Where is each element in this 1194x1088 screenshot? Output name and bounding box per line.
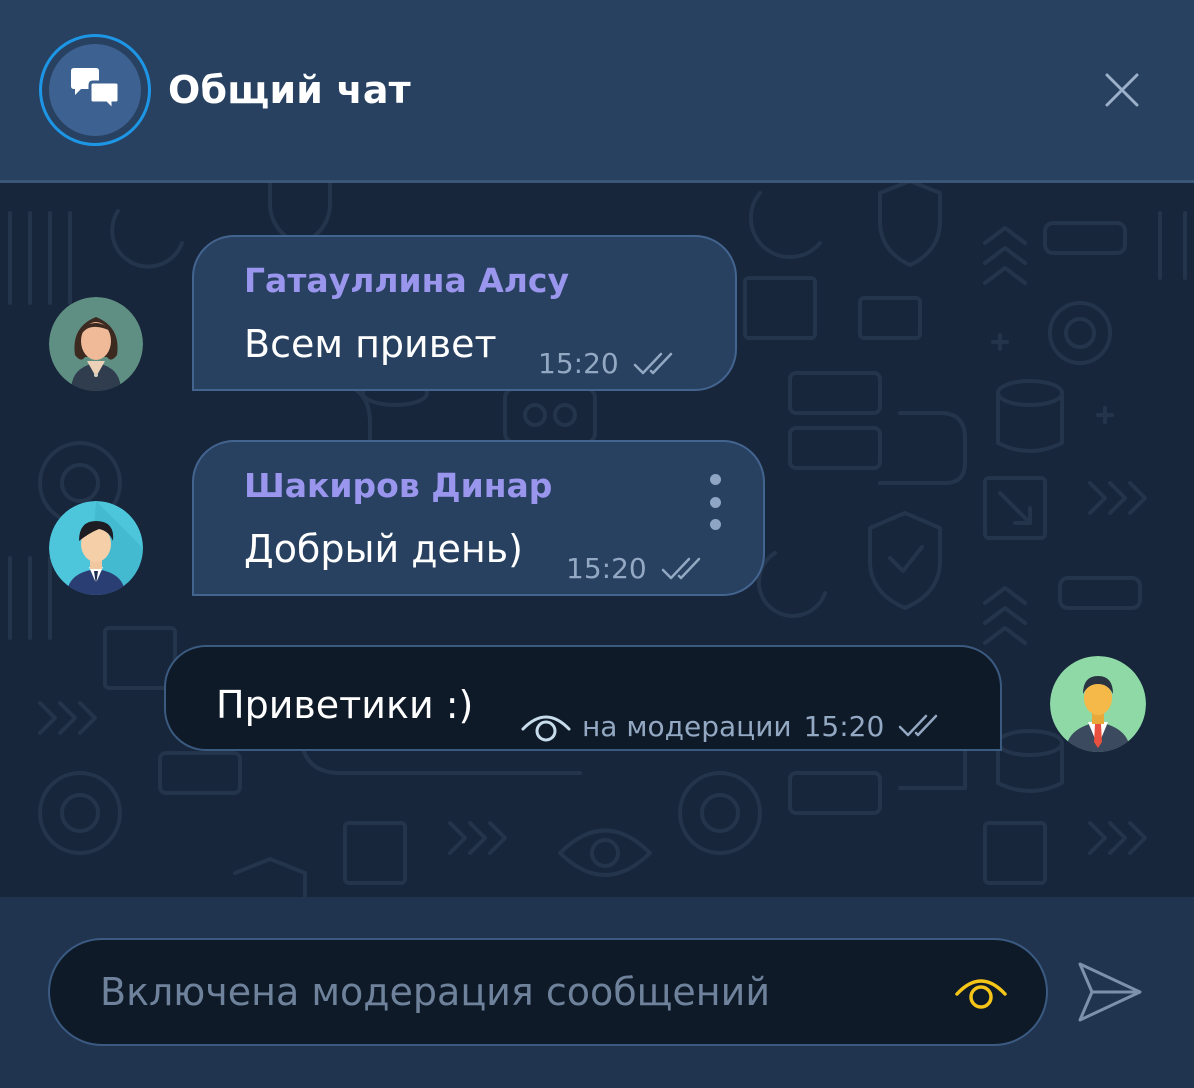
- avatar[interactable]: [1050, 656, 1146, 752]
- message-menu-button[interactable]: [700, 474, 730, 530]
- message-time: 15:20: [566, 552, 647, 585]
- close-button[interactable]: [1098, 66, 1146, 114]
- sender-name[interactable]: Шакиров Динар: [244, 466, 552, 505]
- message-text: Добрый день): [244, 527, 523, 571]
- message-time: 15:20: [803, 709, 885, 743]
- moderation-status: на модерации: [582, 709, 792, 743]
- message-text: Приветики :): [216, 683, 474, 727]
- composer: [0, 897, 1194, 1088]
- message-time: 15:20: [538, 347, 619, 380]
- own-message-bubble[interactable]: Приветики :) на модерации 15:20: [164, 645, 1002, 751]
- eye-icon: [521, 715, 571, 742]
- sender-name[interactable]: Гатауллина Алсу: [244, 261, 569, 300]
- user-avatar-icon: [1050, 656, 1146, 752]
- chat-window: Общий чат Гатауллина Алсу Всем привет 15…: [0, 0, 1194, 1088]
- send-button[interactable]: [1074, 960, 1146, 1024]
- message-meta: 15:20: [566, 552, 709, 585]
- avatar[interactable]: [49, 501, 143, 595]
- double-check-icon: [661, 557, 700, 579]
- avatar[interactable]: [49, 297, 143, 391]
- male-avatar-icon: [49, 501, 143, 595]
- chat-header: Общий чат: [0, 0, 1194, 183]
- message-input-wrapper[interactable]: [48, 938, 1048, 1046]
- more-vertical-icon[interactable]: [709, 474, 721, 485]
- message-bubble[interactable]: Гатауллина Алсу Всем привет 15:20: [192, 235, 737, 391]
- chat-bubbles-icon: [71, 68, 121, 113]
- send-icon[interactable]: [1074, 960, 1146, 1024]
- message-input[interactable]: [100, 940, 930, 1044]
- message-meta: на модерации 15:20: [520, 709, 946, 743]
- message-meta: 15:20: [538, 347, 681, 380]
- close-icon[interactable]: [1098, 66, 1146, 114]
- message-text: Всем привет: [244, 322, 497, 366]
- chat-title: Общий чат: [168, 68, 411, 112]
- double-check-icon: [633, 352, 672, 374]
- double-check-icon: [899, 714, 938, 737]
- eye-icon: [955, 979, 1007, 1009]
- chat-logo: [39, 34, 151, 146]
- female-avatar-icon: [49, 297, 143, 391]
- message-list[interactable]: Гатауллина Алсу Всем привет 15:20 Шакиро…: [0, 183, 1194, 897]
- message-bubble[interactable]: Шакиров Динар Добрый день) 15:20: [192, 440, 765, 596]
